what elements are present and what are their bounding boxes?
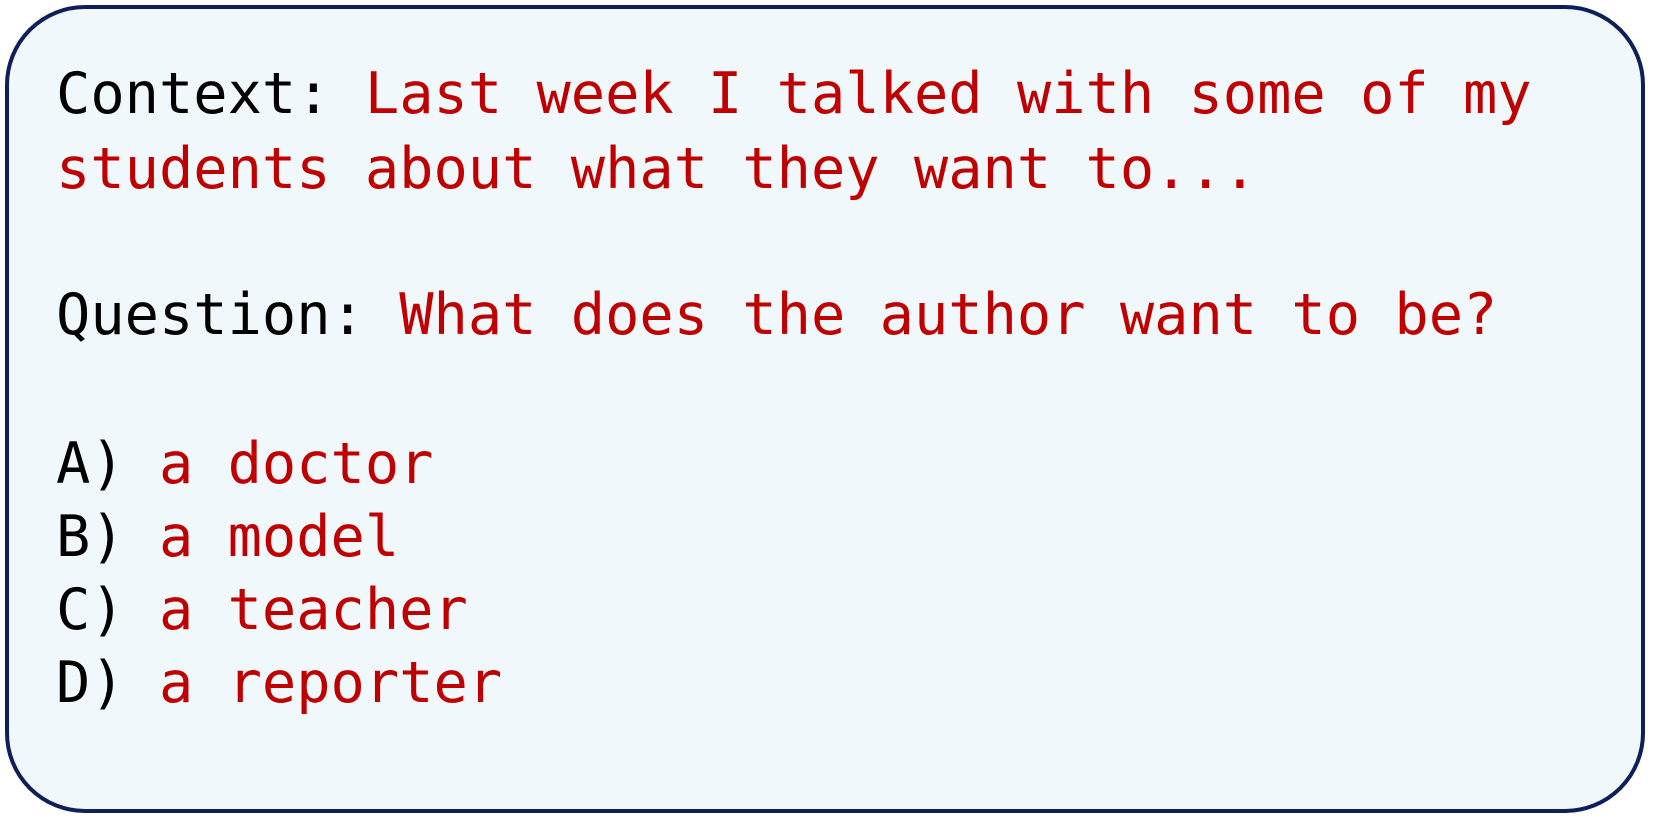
option-d: D) a reporter [56,655,502,712]
option-letter: A) [56,431,125,497]
context-text-line-2: students about what they want to... [56,136,1258,202]
context-label: Context: [56,61,331,127]
option-a: A) a doctor [56,436,434,493]
option-letter: C) [56,577,125,643]
option-c: C) a teacher [56,582,468,639]
context-line-1: Context: Last week I talked with some of… [56,66,1532,123]
context-text-line-1: Last week I talked with some of my [364,61,1532,127]
option-text: a doctor [158,431,434,497]
question-line: Question: What does the author want to b… [56,287,1497,344]
question-text: What does the author want to be? [399,282,1498,348]
option-letter: D) [56,650,125,716]
option-text: a reporter [158,650,503,716]
question-label: Question: [56,282,365,348]
option-text: a teacher [158,577,468,643]
option-letter: B) [56,504,125,570]
option-b: B) a model [56,509,399,566]
option-text: a model [158,504,400,570]
